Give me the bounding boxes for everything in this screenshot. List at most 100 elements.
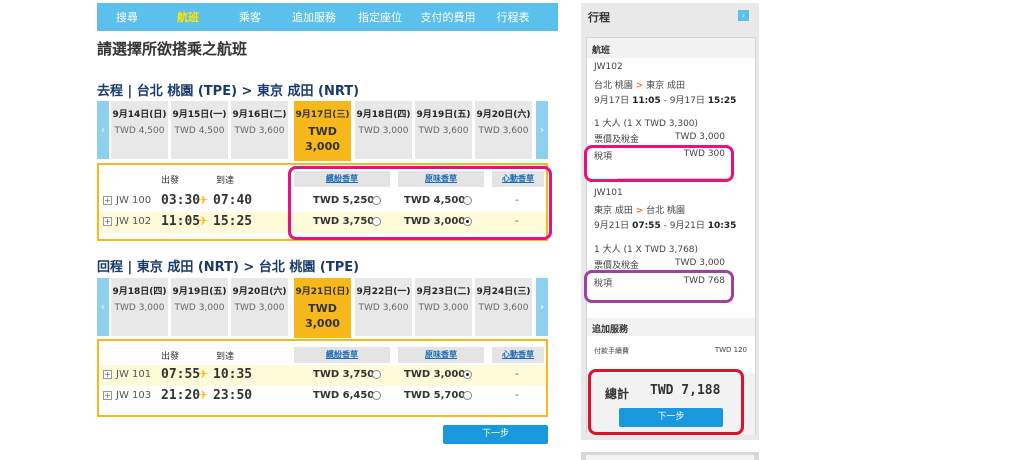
nav-item-payment[interactable]: 支付的費用 [413, 9, 483, 25]
fare-header-original[interactable]: 原味香草 [398, 347, 484, 363]
leg1-tax-label: 稅項 [594, 152, 613, 162]
depart-time: 11:05 [161, 214, 201, 229]
fare-original: TWD 3,000 [404, 369, 466, 380]
total-label: 總計 [605, 387, 630, 401]
outbound-date-6[interactable]: 9月20日(六) TWD 3,600 [475, 101, 532, 159]
flight-number: JW 103 [116, 390, 152, 401]
fare-radio[interactable] [372, 370, 381, 379]
depart-time: 07:55 [161, 367, 201, 382]
leg1-fare-value: TWD 3,000 [675, 132, 725, 142]
nav-item-itinerary[interactable]: 行程表 [483, 9, 543, 25]
leg1-times: 9月17日 11:05 - 9月17日 15:25 [594, 96, 737, 106]
fare-radio[interactable] [463, 196, 472, 205]
arrive-time: 07:40 [213, 193, 253, 208]
return-date-1[interactable]: 9月19日(五) TWD 3,000 [171, 278, 228, 336]
carousel-prev-icon[interactable]: ‹ [97, 101, 109, 159]
leg2-times: 9月21日 07:55 - 9月21日 10:35 [594, 221, 737, 231]
leg1-tax-value: TWD 300 [683, 149, 725, 159]
fare-heart: - [515, 216, 519, 227]
leg1-passengers: 1 大人 (1 X TWD 3,300) [594, 119, 699, 129]
sidebar-title: 行程 [588, 11, 610, 24]
total-box: 總計 TWD 7,188 下一步 [587, 373, 755, 435]
leg2-route: 東京 成田 > 台北 桃園 [594, 206, 686, 216]
expand-icon[interactable]: + [103, 370, 112, 379]
outbound-date-selected[interactable]: 9月17日(三) TWD 3,000 [294, 101, 351, 161]
carousel-prev-icon[interactable]: ‹ [97, 278, 109, 336]
outbound-date-2[interactable]: 9月16日(二) TWD 3,600 [231, 101, 288, 159]
fare-header-original[interactable]: 原味香草 [398, 171, 484, 187]
leg1-fare-label: 票價及稅金 [594, 135, 640, 145]
depart-header: 出發 [161, 352, 180, 362]
fare-radio-selected[interactable] [463, 370, 472, 379]
leg2-tax-label: 稅項 [594, 279, 613, 289]
return-date-6[interactable]: 9月24日(三) TWD 3,600 [475, 278, 532, 336]
sidebar-next-button[interactable]: 下一步 [619, 408, 723, 427]
leg2-fare-label: 票價及稅金 [594, 261, 640, 271]
flights-section-header: 航班 [587, 38, 755, 58]
fare-header-heart[interactable]: 心動香草 [492, 347, 544, 363]
leg2-tax-value: TWD 768 [683, 276, 725, 286]
fare-original: TWD 3,000 [404, 216, 466, 227]
flight-row: + JW 100 03:30 ✈ 07:40 TWD 5,250 TWD 4,5… [99, 191, 546, 212]
return-date-carousel: ‹ 9月18日(四) TWD 3,000 9月19日(五) TWD 3,000 9月… [97, 278, 548, 338]
arrive-time: 15:25 [213, 214, 253, 229]
nav-item-passengers[interactable]: 乘客 [219, 9, 281, 25]
fare-original: TWD 5,700 [404, 390, 466, 401]
fare-header-colorful[interactable]: 繽紛香草 [294, 347, 390, 363]
fare-radio[interactable] [372, 217, 381, 226]
return-date-4[interactable]: 9月22日(一) TWD 3,600 [355, 278, 412, 336]
leg1-flight: JW102 [594, 62, 623, 72]
fare-colorful: TWD 3,750 [313, 369, 375, 380]
outbound-date-1[interactable]: 9月15日(一) TWD 4,500 [171, 101, 228, 159]
top-nav: 搜尋 航班 乘客 追加服務 指定座位 支付的費用 行程表 [97, 3, 558, 31]
fare-header-heart[interactable]: 心動香草 [492, 171, 544, 187]
carousel-next-icon[interactable]: › [536, 101, 548, 159]
arrive-time: 23:50 [213, 388, 253, 403]
nav-item-extras[interactable]: 追加服務 [281, 9, 347, 25]
outbound-date-0[interactable]: 9月14日(日) TWD 4,500 [111, 101, 168, 159]
page-title: 請選擇所欲搭乘之航班 [97, 40, 248, 58]
return-date-selected[interactable]: 9月21日(日) TWD 3,000 [294, 278, 351, 338]
arrive-header: 到達 [216, 176, 235, 186]
return-date-5[interactable]: 9月23日(二) TWD 3,000 [415, 278, 472, 336]
outbound-date-4[interactable]: 9月18日(四) TWD 3,000 [355, 101, 412, 159]
fare-radio[interactable] [463, 391, 472, 400]
return-date-2[interactable]: 9月20日(六) TWD 3,000 [231, 278, 288, 336]
return-date-0[interactable]: 9月18日(四) TWD 3,000 [111, 278, 168, 336]
nav-item-flights[interactable]: 航班 [157, 9, 219, 25]
extras-section-header: 追加服務 [587, 318, 755, 336]
total-value: TWD 7,188 [650, 383, 721, 398]
flight-number: JW 102 [116, 216, 152, 227]
next-button[interactable]: 下一步 [443, 425, 548, 444]
expand-icon[interactable]: + [103, 217, 112, 226]
chevron-right-icon[interactable]: › [738, 10, 749, 21]
nav-item-search[interactable]: 搜尋 [97, 9, 157, 25]
fee-label: 付款手續費 [594, 347, 629, 355]
expand-icon[interactable]: + [103, 391, 112, 400]
leg2-passengers: 1 大人 (1 X TWD 3,768) [594, 245, 699, 255]
fare-original: TWD 4,500 [404, 195, 466, 206]
fare-radio[interactable] [372, 196, 381, 205]
nav-item-seats[interactable]: 指定座位 [347, 9, 413, 25]
depart-time: 21:20 [161, 388, 201, 403]
fare-heart: - [515, 195, 519, 206]
expand-icon[interactable]: + [103, 196, 112, 205]
arrive-time: 10:35 [213, 367, 253, 382]
arrive-header: 到達 [216, 352, 235, 362]
carousel-next-icon[interactable]: › [536, 278, 548, 336]
plane-icon: ✈ [198, 214, 209, 228]
fare-header-colorful[interactable]: 繽紛香草 [294, 171, 390, 187]
outbound-date-carousel: ‹ 9月14日(日) TWD 4,500 9月15日(一) TWD 4,500 9月… [97, 101, 548, 161]
fare-colorful: TWD 6,450 [313, 390, 375, 401]
flight-row: + JW 101 07:55 ✈ 10:35 TWD 3,750 TWD 3,0… [99, 365, 546, 386]
fee-value: TWD 120 [714, 346, 747, 354]
fare-heart: - [515, 369, 519, 380]
itinerary-sidebar: 行程 › 航班 JW102 台北 桃園 > 東京 成田 9月17日 11:05 … [581, 3, 759, 440]
fare-radio[interactable] [372, 391, 381, 400]
fare-heart: - [515, 390, 519, 401]
outbound-date-5[interactable]: 9月19日(五) TWD 3,600 [415, 101, 472, 159]
fare-radio-selected[interactable] [463, 217, 472, 226]
fare-colorful: TWD 5,250 [313, 195, 375, 206]
flight-row: + JW 102 11:05 ✈ 15:25 TWD 3,750 TWD 3,0… [99, 212, 546, 233]
outbound-flight-table: 出發 到達 繽紛香草 原味香草 心動香草 + JW 100 03:30 ✈ 07… [97, 163, 548, 241]
